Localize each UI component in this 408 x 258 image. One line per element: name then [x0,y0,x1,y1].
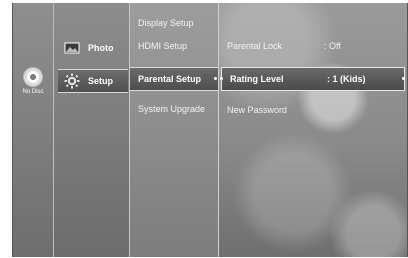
option-new-password-label: New Password [227,105,288,115]
category-setup-label: Setup [88,76,114,86]
gear-icon [64,73,80,89]
category-setup[interactable]: Setup [58,69,128,93]
disc-status-panel: No Disc [13,3,54,257]
submenu-hdmi-setup[interactable]: HDMI Setup [138,41,218,51]
selection-right-indicator-icon [402,77,405,80]
disc-icon [23,67,43,87]
parental-options-panel: Parental Lock : Off Rating Level : 1 (Ki… [219,3,407,257]
option-rating-level-value: : 1 (Kids) [327,74,366,84]
settings-screen: No Disc Photo Setup Display Setup HDMI S… [12,3,408,257]
disc-status-label: No Disc [22,89,44,95]
category-menu: Photo Setup [54,3,130,257]
category-photo-label: Photo [88,43,114,53]
option-rating-level[interactable]: Rating Level : 1 (Kids) [220,67,405,91]
option-parental-lock[interactable]: Parental Lock : Off [219,39,405,55]
option-new-password[interactable]: New Password [219,103,405,119]
option-rating-level-label: Rating Level [230,74,284,84]
selection-indicator-icon [214,77,217,80]
submenu-parental-setup[interactable]: Parental Setup [130,67,218,91]
setup-submenu: Display Setup HDMI Setup Parental Setup … [130,3,219,257]
photo-icon [64,41,80,55]
submenu-display-setup[interactable]: Display Setup [138,18,218,28]
selection-left-indicator-icon [220,77,223,80]
category-photo[interactable]: Photo [58,37,128,59]
submenu-parental-setup-label: Parental Setup [138,74,202,84]
submenu-system-upgrade[interactable]: System Upgrade [138,104,218,114]
option-parental-lock-value: : Off [324,41,341,51]
option-parental-lock-label: Parental Lock [227,41,283,51]
